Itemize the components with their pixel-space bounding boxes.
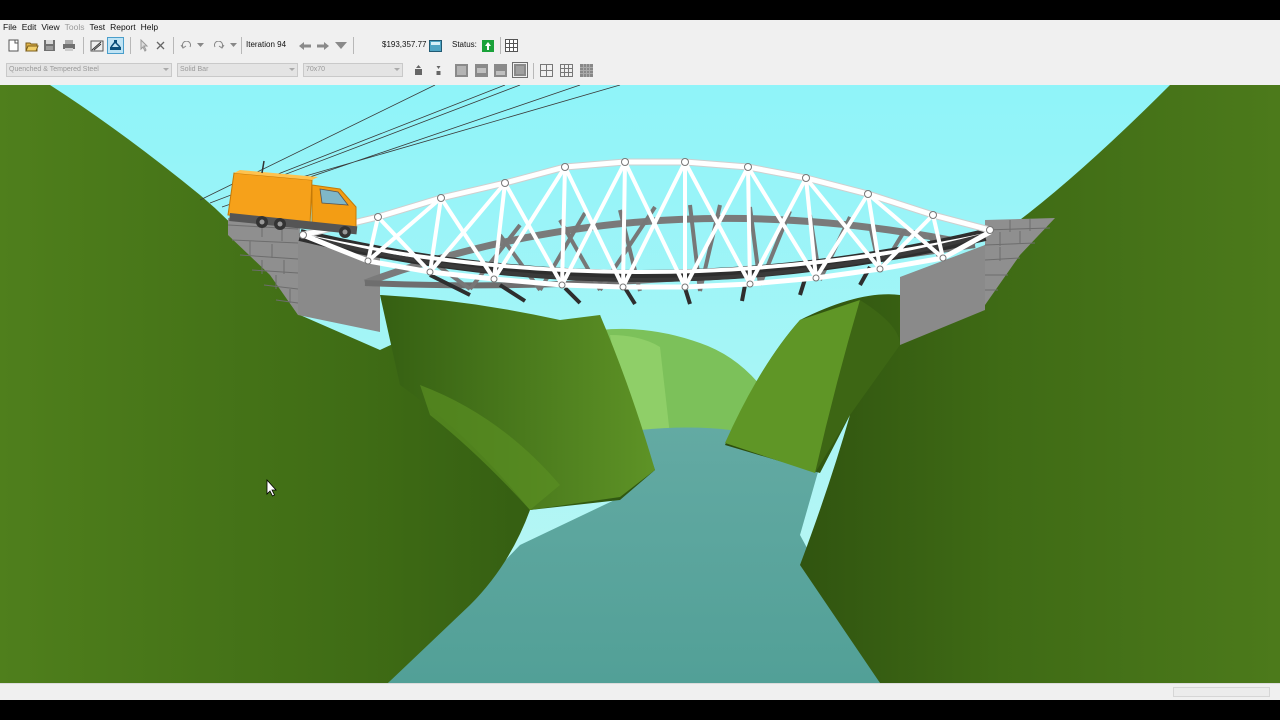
main-toolbar: Iteration 94 $193,357.77 Status: [0, 35, 1280, 56]
3d-load-test-viewport[interactable] [0, 85, 1280, 683]
chevron-down-icon [229, 43, 237, 47]
status-progress-area [1173, 687, 1270, 697]
size-down-icon [436, 66, 440, 75]
save-disk-icon [44, 40, 55, 51]
section-select[interactable]: Solid Bar [177, 63, 298, 77]
chevron-down-icon [394, 68, 400, 71]
toolbar-separator [500, 37, 501, 54]
delete-button[interactable] [153, 38, 167, 53]
toolbar-separator [83, 37, 84, 54]
chevron-down-icon [196, 43, 204, 47]
menu-bar: File Edit View Tools Test Report Help [0, 20, 1280, 35]
arrow-left-icon [298, 41, 311, 50]
size-select[interactable]: 70x70 [303, 63, 403, 77]
menu-tools[interactable]: Tools [65, 20, 85, 35]
undo-arrow-icon [180, 40, 191, 49]
member-properties-toolbar: Quenched & Tempered Steel Solid Bar 70x7… [0, 60, 1280, 82]
open-button[interactable] [24, 38, 39, 53]
menu-test[interactable]: Test [89, 20, 105, 35]
previous-iteration-button[interactable] [297, 38, 312, 53]
redo-button[interactable] [212, 38, 226, 53]
arrow-right-icon [316, 41, 329, 50]
save-button[interactable] [42, 38, 57, 53]
toolbar-separator [173, 37, 174, 54]
triangle-down-icon [334, 41, 347, 49]
toolbar-separator [353, 37, 354, 54]
material-select[interactable]: Quenched & Tempered Steel [6, 63, 172, 77]
member-list-button-1[interactable] [454, 63, 469, 78]
menu-view[interactable]: View [41, 20, 59, 35]
iteration-list-button[interactable] [333, 38, 348, 53]
grid-medium-button[interactable] [559, 63, 574, 78]
select-all-button[interactable] [136, 38, 151, 53]
size-select-value: 70x70 [306, 66, 326, 73]
iteration-label: Iteration 94 [246, 40, 287, 49]
member-detail-icon [494, 64, 507, 77]
material-select-value: Quenched & Tempered Steel [9, 66, 99, 73]
drafting-icon [90, 40, 103, 52]
bridge-designer-window: File Edit View Tools Test Report Help It… [0, 20, 1280, 700]
chevron-down-icon [163, 68, 169, 71]
status-label: Status: [452, 40, 477, 49]
undo-button[interactable] [179, 38, 193, 53]
new-document-button[interactable] [6, 38, 21, 53]
grid-fine-button[interactable] [579, 63, 594, 78]
grid-table-icon [505, 39, 518, 52]
chevron-down-icon [289, 68, 295, 71]
cost-calculator-button[interactable] [428, 38, 443, 53]
grid-coarse-icon [540, 64, 553, 77]
increase-size-button[interactable] [412, 63, 424, 77]
redo-dropdown[interactable] [228, 38, 238, 53]
3d-view-button[interactable] [107, 37, 124, 54]
member-list-button-2[interactable] [474, 63, 489, 78]
status-indicator[interactable] [480, 38, 495, 53]
grid-medium-icon [560, 64, 573, 77]
toolbar-separator [533, 63, 534, 79]
grid-coarse-button[interactable] [539, 63, 554, 78]
undo-dropdown[interactable] [195, 38, 205, 53]
select-joint-icon [140, 39, 148, 52]
section-select-value: Solid Bar [180, 66, 209, 73]
toolbar-separator [130, 37, 131, 54]
menu-help[interactable]: Help [141, 20, 158, 35]
status-bar [0, 683, 1280, 700]
new-document-icon [8, 39, 19, 52]
cost-display: $193,357.77 [382, 40, 427, 49]
open-folder-icon [24, 42, 39, 52]
redo-arrow-icon [214, 40, 225, 49]
printer-icon [62, 40, 75, 51]
next-iteration-button[interactable] [315, 38, 330, 53]
print-button[interactable] [61, 38, 76, 53]
toolbar-separator [241, 37, 242, 54]
menu-report[interactable]: Report [110, 20, 136, 35]
size-up-icon [414, 65, 422, 75]
menu-file[interactable]: File [3, 20, 17, 35]
decrease-size-button[interactable] [432, 63, 444, 77]
delete-x-icon [156, 41, 164, 50]
calculator-icon [429, 39, 442, 52]
bridge-scene [0, 85, 1280, 683]
member-table-icon [455, 64, 468, 77]
member-list-button-3[interactable] [493, 63, 508, 78]
load-test-icon [110, 40, 121, 50]
member-list-icon [475, 64, 488, 77]
member-list-button-4[interactable] [512, 62, 528, 78]
menu-edit[interactable]: Edit [22, 20, 37, 35]
drawing-board-button[interactable] [89, 38, 104, 53]
status-ok-icon [481, 39, 494, 52]
member-properties-icon [514, 64, 526, 76]
grid-fine-icon [580, 64, 593, 77]
report-table-button[interactable] [504, 38, 519, 53]
